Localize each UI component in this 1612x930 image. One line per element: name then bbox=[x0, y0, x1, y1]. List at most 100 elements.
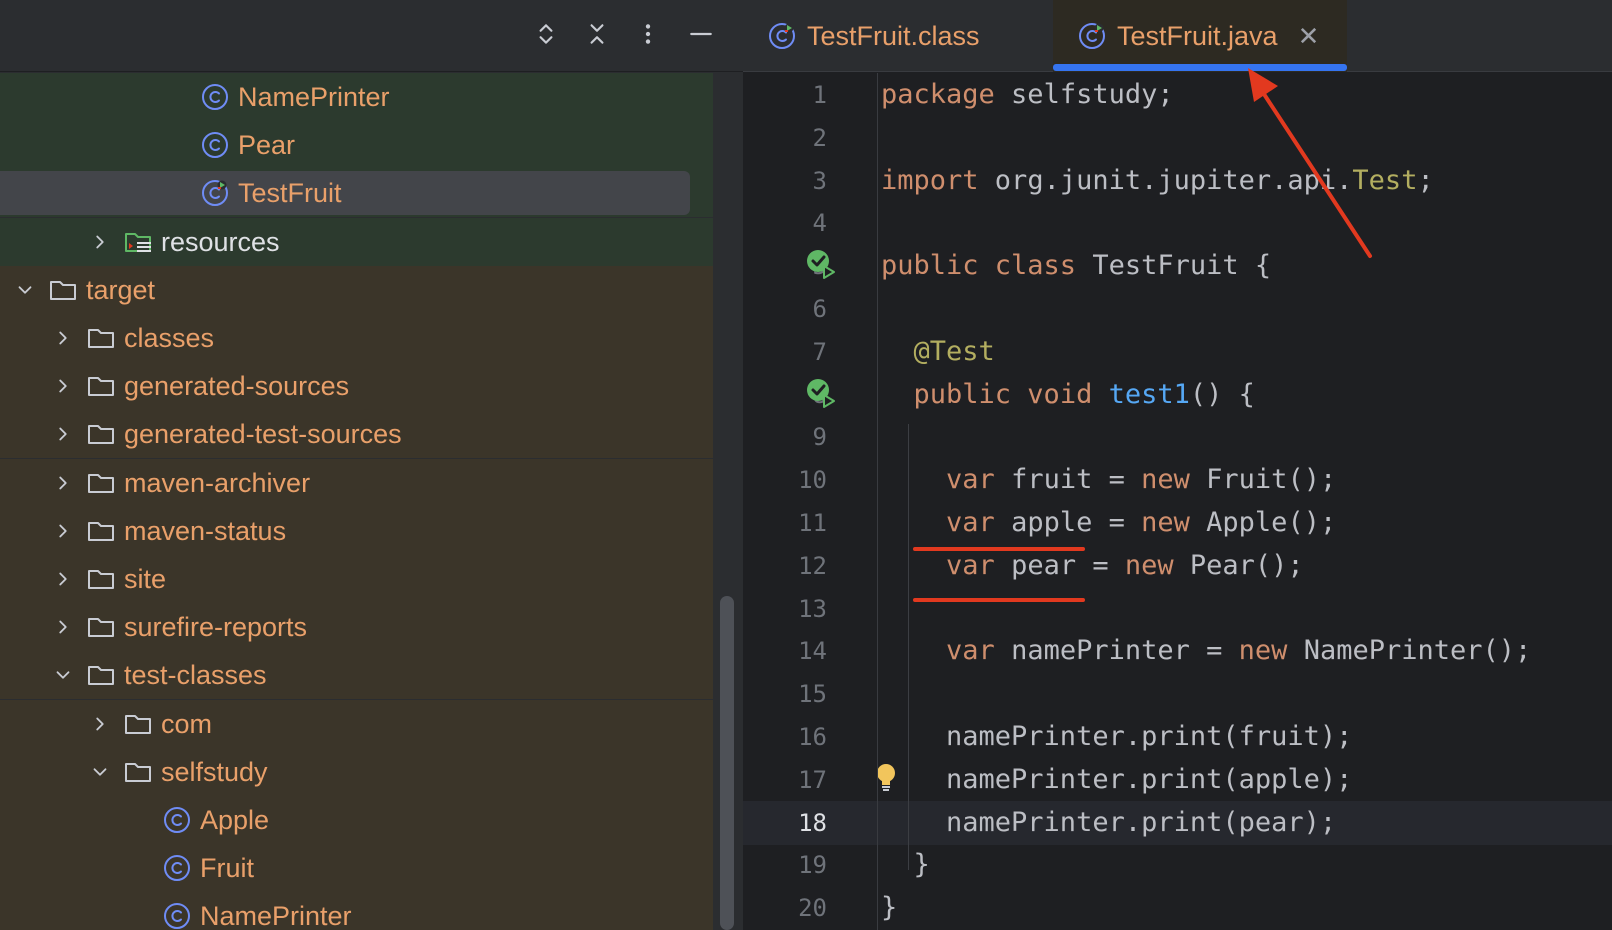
chevron-down-icon[interactable] bbox=[12, 277, 38, 303]
code-token: var bbox=[946, 507, 995, 538]
code-line[interactable]: 17 namePrinter.print(apple); bbox=[743, 758, 1612, 802]
code-line[interactable]: 9 bbox=[743, 415, 1612, 459]
run-test-icon[interactable] bbox=[805, 377, 839, 411]
annotation-underline-pear bbox=[913, 598, 1085, 602]
tree-item[interactable]: NamePrinter bbox=[0, 73, 713, 121]
tree-item[interactable]: generated-test-sources bbox=[0, 410, 713, 458]
annotation-arrow bbox=[1248, 68, 1372, 258]
tree-item[interactable]: NamePrinter bbox=[0, 892, 713, 930]
project-panel: NamePrinter Pear TestFruit resources target c… bbox=[0, 0, 743, 930]
tree-item[interactable]: maven-status bbox=[0, 507, 713, 555]
code-token: var bbox=[946, 635, 995, 666]
code-line[interactable]: 8 public void test1() { bbox=[743, 373, 1612, 417]
tree-item-label: generated-sources bbox=[124, 370, 350, 401]
code-line[interactable]: 7 @Test bbox=[743, 330, 1612, 374]
tree-item[interactable]: Fruit bbox=[0, 844, 713, 892]
line-number: 12 bbox=[798, 552, 827, 580]
folder-icon bbox=[48, 275, 78, 305]
tree-item[interactable]: classes bbox=[0, 314, 713, 362]
folder-icon bbox=[86, 612, 116, 642]
code-line[interactable]: 4 bbox=[743, 201, 1612, 245]
tree-item[interactable]: site bbox=[0, 555, 713, 603]
more-icon[interactable] bbox=[628, 14, 668, 54]
tree-item[interactable]: surefire-reports bbox=[0, 603, 713, 651]
minimize-icon[interactable] bbox=[681, 14, 721, 54]
expand-icon[interactable] bbox=[526, 14, 566, 54]
chevron-right-icon[interactable] bbox=[50, 614, 76, 640]
code-line[interactable]: 14 var namePrinter = new NamePrinter(); bbox=[743, 629, 1612, 673]
code-line[interactable]: 20} bbox=[743, 886, 1612, 930]
code-token: namePrinter.print(fruit); bbox=[881, 721, 1353, 752]
chevron-right-icon[interactable] bbox=[50, 518, 76, 544]
editor-panel: TestFruit.class TestFruit.java ✕ 1 packag… bbox=[743, 0, 1612, 930]
code-line[interactable]: 16 namePrinter.print(fruit); bbox=[743, 715, 1612, 759]
chevron-right-icon[interactable] bbox=[50, 470, 76, 496]
line-number: 7 bbox=[812, 338, 827, 366]
run-test-icon[interactable] bbox=[805, 248, 839, 282]
scrollbar-thumb[interactable] bbox=[720, 596, 734, 930]
line-number: 10 bbox=[798, 466, 827, 494]
code-token: var bbox=[946, 550, 995, 581]
code-text: } bbox=[881, 849, 930, 880]
collapse-icon[interactable] bbox=[577, 14, 617, 54]
tree-item[interactable]: maven-archiver bbox=[0, 459, 713, 507]
code-line[interactable]: 10 var fruit = new Fruit(); bbox=[743, 458, 1612, 502]
code-token: namePrinter = bbox=[994, 635, 1239, 666]
tree-item[interactable]: TestFruit bbox=[0, 169, 713, 217]
code-line[interactable]: 5public class TestFruit { bbox=[743, 244, 1612, 288]
line-number: 3 bbox=[812, 167, 827, 195]
tree-item-label: NamePrinter bbox=[200, 900, 352, 930]
tree-item-label: resources bbox=[161, 226, 280, 257]
tab-testfruit-class[interactable]: TestFruit.class bbox=[743, 0, 1043, 72]
code-line[interactable]: 15 bbox=[743, 672, 1612, 716]
close-icon[interactable]: ✕ bbox=[1298, 21, 1320, 52]
tab-label: TestFruit.java bbox=[1117, 20, 1278, 51]
code-line[interactable]: 1 package selfstudy; bbox=[743, 73, 1612, 117]
code-line[interactable]: 12 var pear = new Pear(); bbox=[743, 544, 1612, 588]
tree-item[interactable]: selfstudy bbox=[0, 748, 713, 796]
code-token: Apple(); bbox=[1189, 507, 1337, 538]
class-icon bbox=[162, 805, 192, 835]
chevron-right-icon[interactable] bbox=[50, 566, 76, 592]
tree-item-label: maven-archiver bbox=[124, 467, 311, 498]
tree-item[interactable]: resources bbox=[0, 218, 713, 266]
tree-item-label: classes bbox=[124, 322, 215, 353]
code-line[interactable]: 3 import org.junit.jupiter.api.Test; bbox=[743, 159, 1612, 203]
line-number: 9 bbox=[812, 423, 827, 451]
code-token: } bbox=[881, 892, 898, 923]
code-text: namePrinter.print(pear); bbox=[881, 807, 1336, 838]
tree-item[interactable]: Apple bbox=[0, 796, 713, 844]
project-tree: NamePrinter Pear TestFruit resources target c… bbox=[0, 73, 713, 930]
tree-item[interactable]: generated-sources bbox=[0, 362, 713, 410]
chevron-right-icon[interactable] bbox=[50, 373, 76, 399]
chevron-right-icon[interactable] bbox=[87, 229, 113, 255]
tree-item[interactable]: test-classes bbox=[0, 651, 713, 699]
code-line[interactable]: 2 bbox=[743, 116, 1612, 160]
line-number: 1 bbox=[812, 81, 827, 109]
code-line[interactable]: 13 bbox=[743, 587, 1612, 631]
code-line[interactable]: 19 } bbox=[743, 843, 1612, 887]
tree-item[interactable]: Pear bbox=[0, 121, 713, 169]
chevron-down-icon[interactable] bbox=[87, 759, 113, 785]
code-token: namePrinter.print(apple); bbox=[881, 764, 1353, 795]
code-line[interactable]: 11 var apple = new Apple(); bbox=[743, 501, 1612, 545]
code-line[interactable]: 6 bbox=[743, 287, 1612, 331]
code-line[interactable]: 18 namePrinter.print(pear); bbox=[743, 801, 1612, 845]
tree-item[interactable]: target bbox=[0, 266, 713, 314]
folder-icon bbox=[86, 660, 116, 690]
code-text: var fruit = new Fruit(); bbox=[881, 464, 1336, 495]
chevron-right-icon[interactable] bbox=[50, 325, 76, 351]
code-token: public class bbox=[881, 250, 1077, 281]
line-number: 20 bbox=[798, 894, 827, 922]
code-editor[interactable]: 1 package selfstudy; 2 3 import org.junit.ju… bbox=[743, 73, 1612, 930]
code-token: ; bbox=[1417, 165, 1434, 196]
chevron-right-icon[interactable] bbox=[87, 711, 113, 737]
chevron-right-icon[interactable] bbox=[50, 421, 76, 447]
chevron-down-icon[interactable] bbox=[50, 662, 76, 688]
selection-highlight bbox=[0, 171, 690, 215]
tree-item-label: Fruit bbox=[200, 852, 254, 883]
tree-item[interactable]: com bbox=[0, 700, 713, 748]
